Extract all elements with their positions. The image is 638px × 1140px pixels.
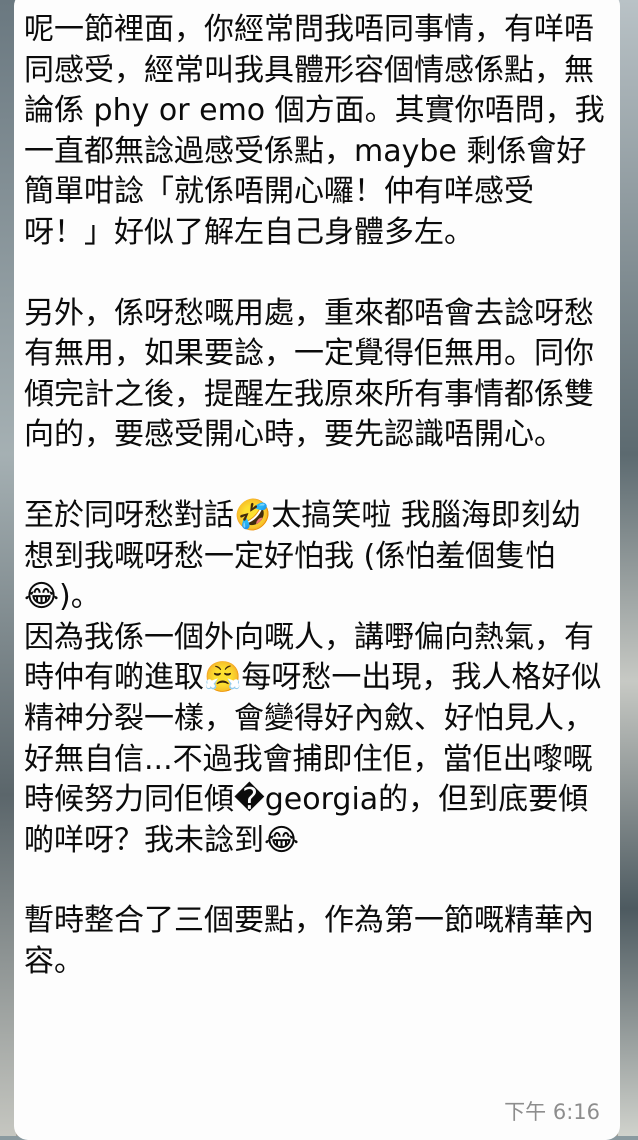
message-bubble[interactable]: 呢一節裡面，你經常問我唔同事情，有咩唔同感受，經常叫我具體形容個情感係點，無論係… [14, 0, 620, 1140]
message-paragraph-2: 另外，係呀愁嘅用處，重來都唔會去諗呀愁有無用，如果要諗，一定覺得佢無用。同你傾完… [24, 295, 594, 453]
message-paragraph-1: 呢一節裡面，你經常問我唔同事情，有咩唔同感受，經常叫我具體形容個情感係點，無論係… [24, 12, 605, 250]
message-timestamp: 下午 6:16 [504, 1100, 600, 1124]
message-paragraph-4: 暫時整合了三個要點，作為第一節嘅精華內容。 [24, 903, 594, 979]
chat-background-edge-right [618, 0, 638, 1136]
message-paragraph-3: 至於同呀愁對話🤣太搞笑啦 我腦海即刻幼想到我嘅呀愁一定好怕我 (係怕羞個隻怕😂)… [24, 497, 602, 858]
